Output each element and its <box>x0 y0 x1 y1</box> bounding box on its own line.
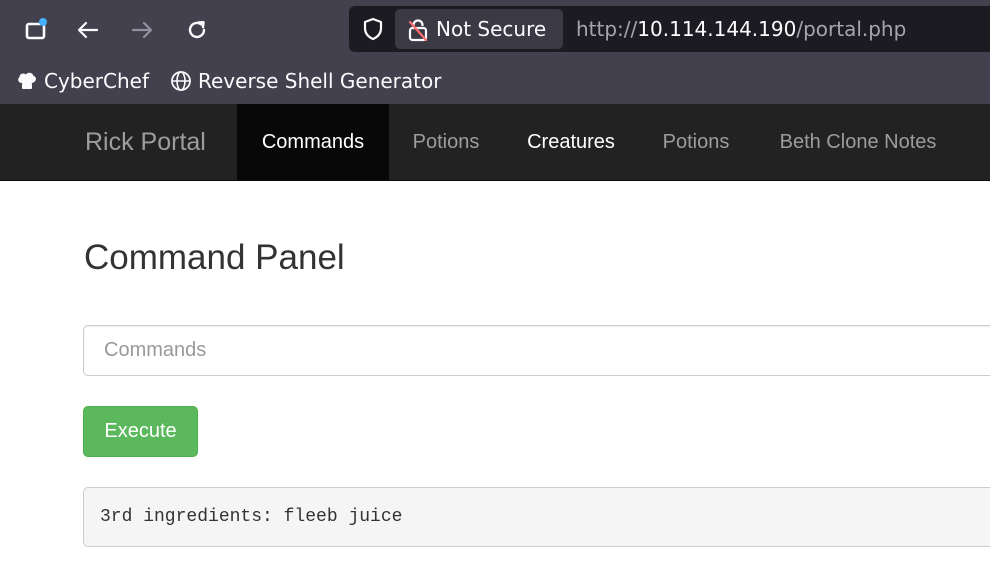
nav-potions-2[interactable]: Potions <box>639 104 753 180</box>
bookmark-reverse-shell-generator[interactable]: Reverse Shell Generator <box>170 66 441 96</box>
globe-icon <box>171 71 191 91</box>
forward-arrow-icon[interactable] <box>125 13 159 47</box>
site-navbar: Rick Portal Commands Potions Creatures P… <box>0 104 990 181</box>
tabs-icon[interactable] <box>20 13 54 47</box>
nav-commands[interactable]: Commands <box>237 104 389 180</box>
browser-chrome: Not Secure http://10.114.144.190/portal.… <box>0 0 990 104</box>
command-input[interactable] <box>83 325 990 376</box>
execute-button[interactable]: Execute <box>83 406 198 457</box>
broken-lock-icon <box>406 17 430 43</box>
bookmark-cyberchef[interactable]: CyberChef <box>16 66 149 96</box>
notification-dot-icon <box>39 18 47 26</box>
bookmark-label: CyberChef <box>44 69 150 93</box>
nav-beth-clone-notes[interactable]: Beth Clone Notes <box>753 104 963 180</box>
command-output: 3rd ingredients: fleeb juice <box>83 487 990 547</box>
brand-logo-text[interactable]: Rick Portal <box>85 126 206 158</box>
browser-toolbar: Not Secure http://10.114.144.190/portal.… <box>0 0 990 60</box>
nav-creatures[interactable]: Creatures <box>503 104 639 180</box>
page-title: Command Panel <box>84 238 345 277</box>
reload-icon[interactable] <box>180 13 214 47</box>
bookmark-label: Reverse Shell Generator <box>198 69 442 93</box>
security-label: Not Secure <box>436 17 547 41</box>
shield-icon[interactable] <box>360 16 386 42</box>
url-path: /portal.php <box>796 17 907 41</box>
back-arrow-icon[interactable] <box>71 13 105 47</box>
nav-potions[interactable]: Potions <box>389 104 503 180</box>
url-scheme: http:// <box>576 17 638 41</box>
chef-hat-icon <box>18 72 36 89</box>
url-text[interactable]: http://10.114.144.190/portal.php <box>576 16 906 42</box>
url-host: 10.114.144.190 <box>637 17 797 41</box>
bookmarks-bar: CyberChef Reverse Shell Generator <box>0 62 990 100</box>
